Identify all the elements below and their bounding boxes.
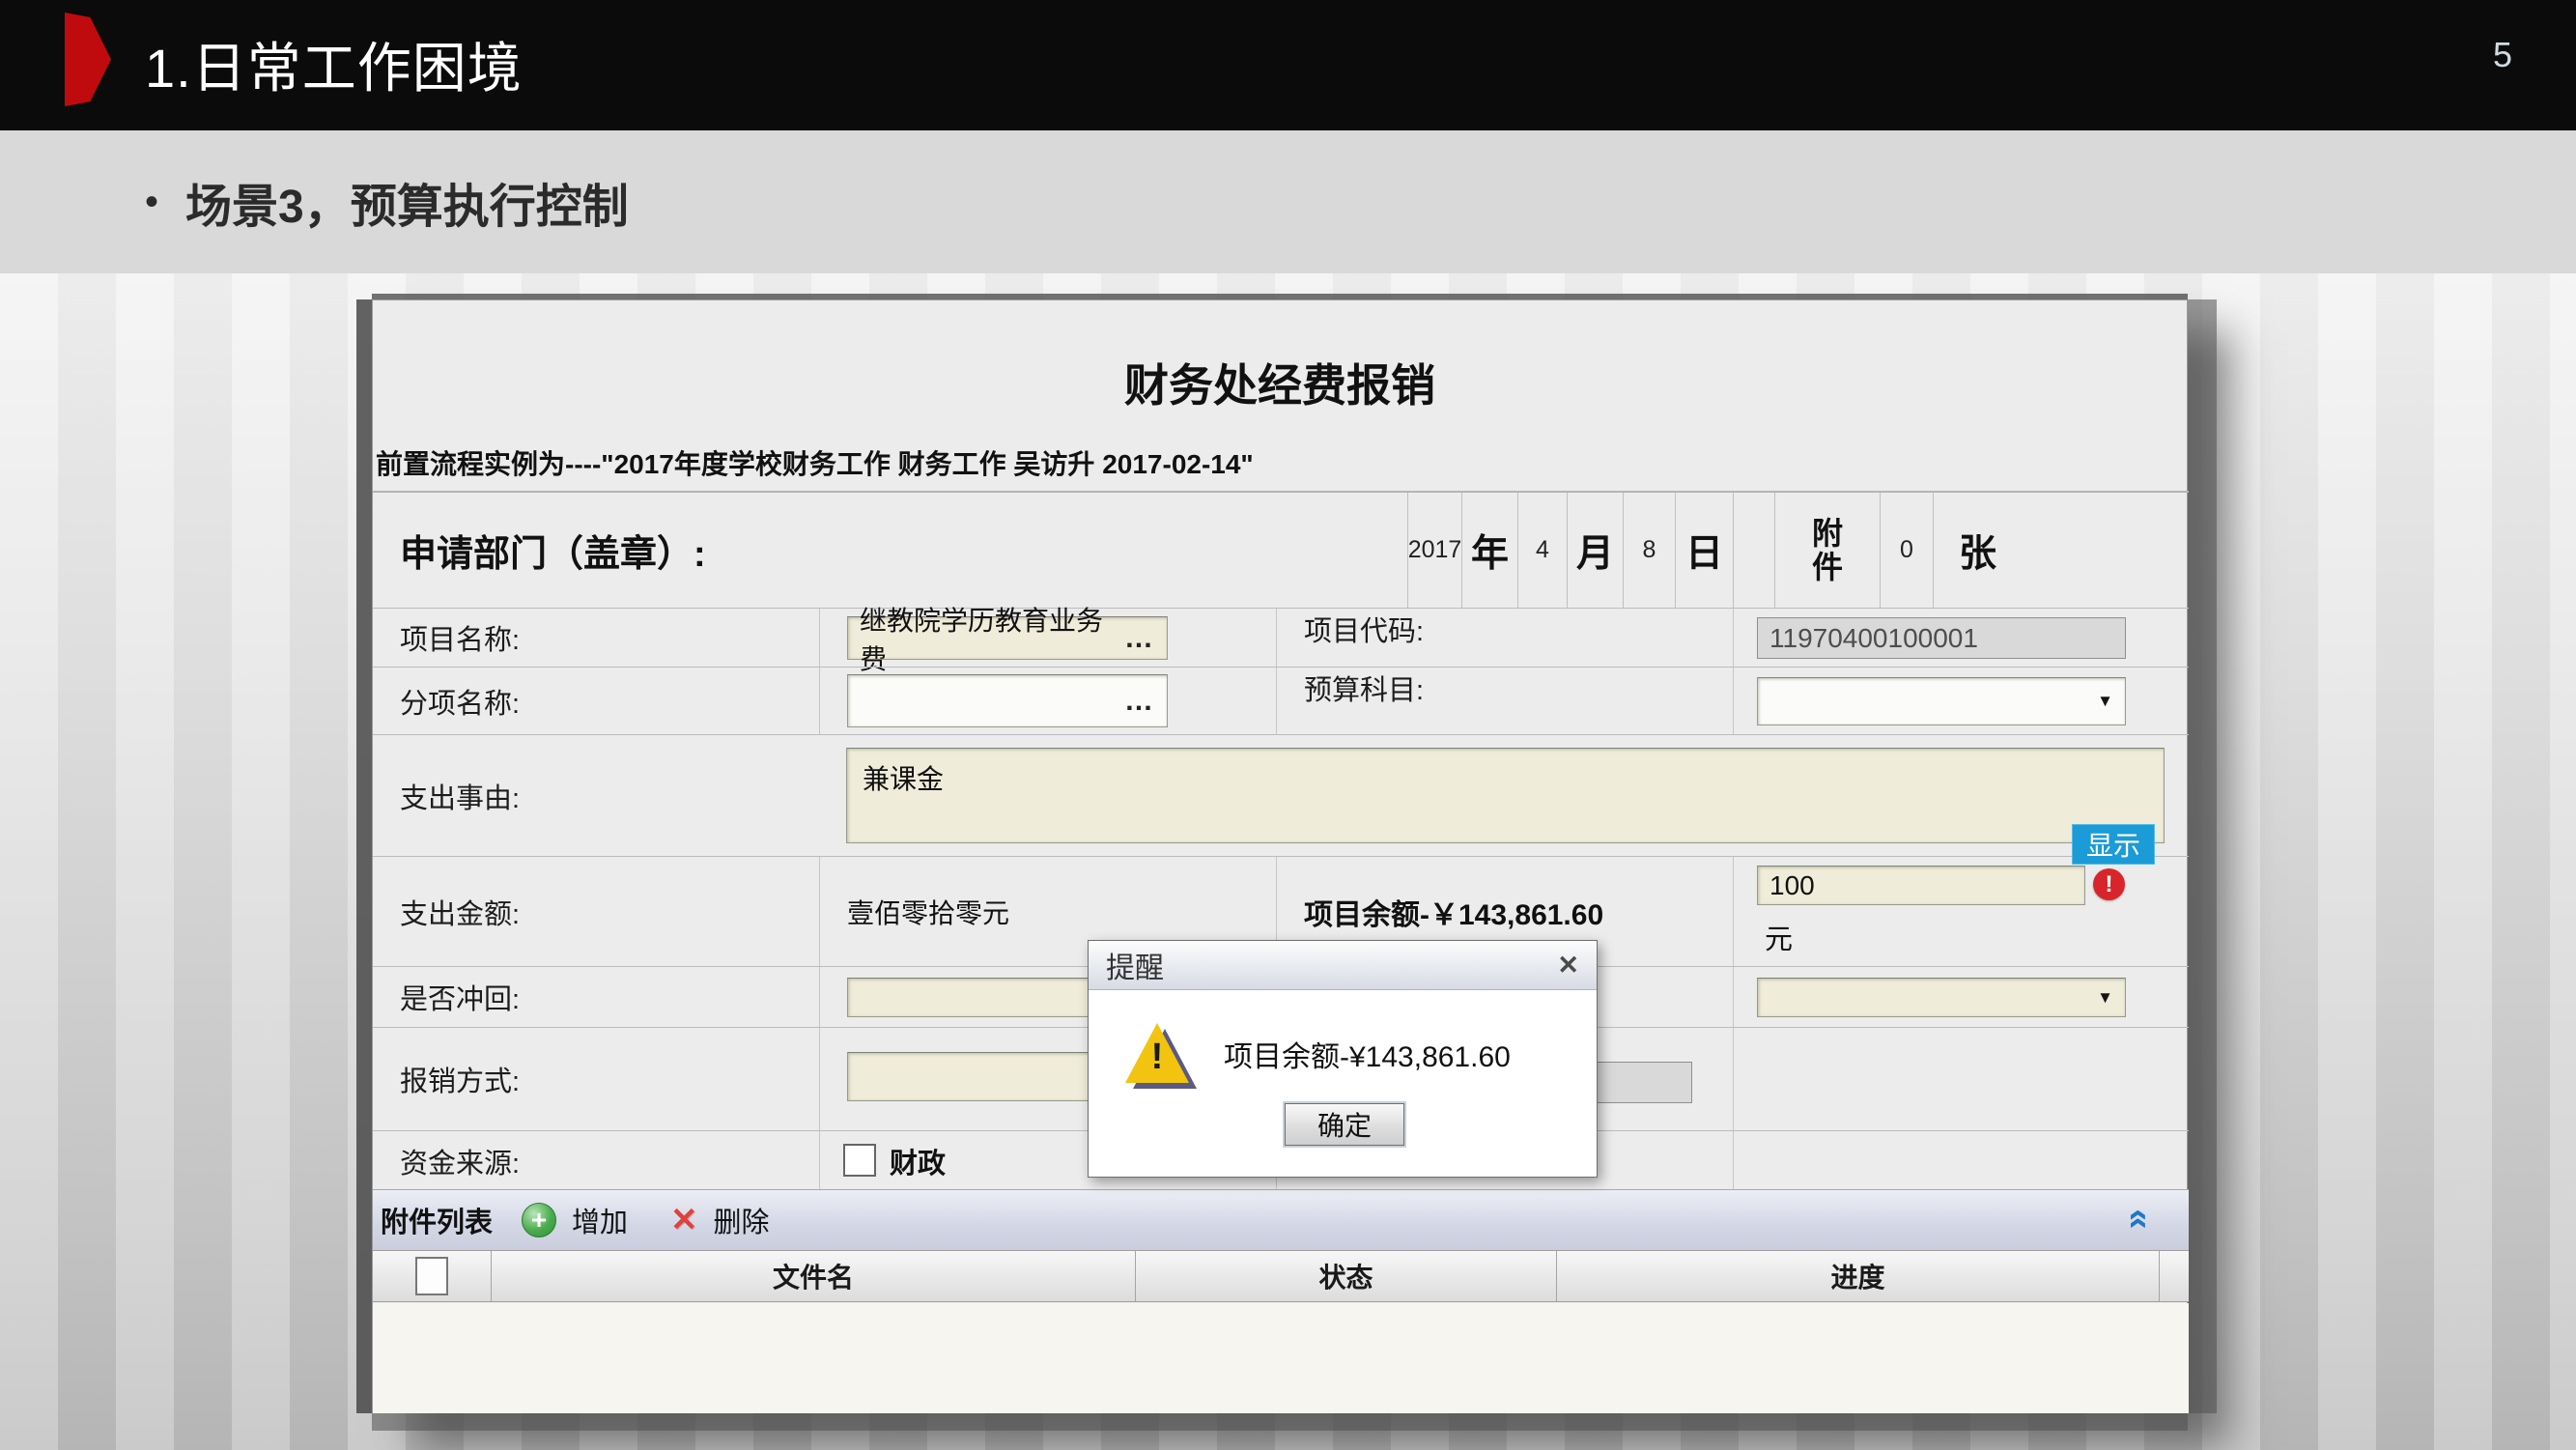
attachments-empty-area: [373, 1303, 2189, 1413]
bullet-icon: •: [145, 181, 158, 224]
date-day-unit: 日: [1675, 493, 1733, 608]
collapse-section-icon[interactable]: «: [2121, 1208, 2158, 1229]
ok-button[interactable]: 确定: [1285, 1103, 1404, 1146]
attachment-unit: 张: [1933, 493, 2190, 608]
column-header-progress[interactable]: 进度: [1556, 1251, 2159, 1301]
project-code-value: 11970400100001: [1769, 623, 1978, 654]
slide-subtitle: 场景3，预算执行控制: [185, 168, 629, 236]
form-header-row: 申请部门（盖章）: 2017 年 4 月 8 日 附件 0 张: [373, 493, 2189, 608]
date-spacer-cell: [1733, 493, 1774, 608]
attachment-count: 0: [1880, 493, 1933, 608]
project-code-input: 11970400100001: [1757, 617, 2126, 659]
process-instance-note: 前置流程实例为----"2017年度学校财务工作 财务工作 吴访升 2017-0…: [376, 443, 1254, 482]
dialog-message: 项目余额-¥143,861.60: [1224, 1033, 1511, 1075]
sub-item-label: 分项名称:: [373, 681, 520, 722]
date-year-unit: 年: [1461, 493, 1517, 608]
date-year-value: 2017: [1407, 493, 1461, 608]
reverse-dropdown[interactable]: ▼: [1757, 978, 2126, 1017]
project-name-input[interactable]: 继教院学历教育业务费 …: [847, 616, 1168, 660]
add-label: 增加: [572, 1200, 628, 1240]
expense-reason-row: 支出事由: 兼课金: [373, 734, 2189, 856]
apply-dept-label: 申请部门（盖章）:: [400, 493, 706, 608]
date-month-unit: 月: [1567, 493, 1623, 608]
amount-unit-label: 元: [1765, 917, 1793, 957]
attachments-section-label: 附件列表: [381, 1200, 493, 1240]
reimbursement-form-screenshot: 财务处经费报销 前置流程实例为----"2017年度学校财务工作 财务工作 吴访…: [372, 299, 2188, 1413]
sub-item-browse-button[interactable]: …: [1124, 685, 1155, 718]
project-code-label: 项目代码:: [1277, 616, 1424, 647]
date-cells: 2017 年 4 月 8 日 附件 0 张: [1407, 493, 2190, 608]
dialog-title: 提醒: [1106, 944, 1164, 986]
column-header-spacer: [2159, 1251, 2189, 1301]
expense-reason-label: 支出事由:: [373, 776, 520, 816]
project-name-label: 项目名称:: [373, 617, 520, 658]
date-month-value: 4: [1517, 493, 1567, 608]
slide-title-bar: 1.日常工作困境 5: [0, 0, 2576, 130]
amount-error-icon: !: [2093, 868, 2125, 900]
presentation-slide: 1.日常工作困境 5 • 场景3，预算执行控制 财务处经费报销 前置流程实例为-…: [0, 0, 2576, 1450]
select-all-cell: [373, 1251, 491, 1301]
project-name-browse-button[interactable]: …: [1124, 622, 1155, 655]
date-day-value: 8: [1623, 493, 1675, 608]
alert-dialog: 提醒 ✕ ! 项目余额-¥143,861.60 确定: [1088, 940, 1598, 1178]
warning-exclamation: !: [1125, 1037, 1189, 1078]
subitem-row: 分项名称: … 预算科目: ▼: [373, 667, 2189, 734]
project-name-value: 继教院学历教育业务费: [860, 600, 1124, 677]
expense-amount-label: 支出金额:: [373, 892, 520, 932]
chevron-down-icon: ▼: [2097, 692, 2113, 711]
fund-source-checkbox[interactable]: [843, 1144, 876, 1177]
fund-source-label: 资金来源:: [373, 1141, 520, 1181]
expense-reason-textarea[interactable]: 兼课金: [846, 748, 2165, 843]
amount-input[interactable]: 100: [1757, 866, 2085, 905]
delete-icon: ✕: [670, 1201, 698, 1239]
chevron-down-icon: ▼: [2097, 988, 2113, 1008]
attachments-table-header: 文件名 状态 进度: [373, 1250, 2189, 1302]
show-button[interactable]: 显示: [2072, 824, 2155, 865]
dialog-body: ! 项目余额-¥143,861.60 确定: [1089, 990, 1597, 1178]
form-title: 财务处经费报销: [373, 351, 2187, 414]
red-flag-icon: [65, 13, 111, 106]
attachment-label: 附件: [1810, 517, 1845, 583]
budget-subject-label: 预算科目:: [1277, 675, 1424, 706]
delete-attachment-button[interactable]: ✕ 删除: [628, 1200, 770, 1240]
amount-in-words: 壹佰零拾零元: [847, 857, 1009, 966]
amount-value: 100: [1769, 870, 1815, 901]
sub-item-input[interactable]: …: [847, 674, 1168, 727]
add-icon: +: [522, 1203, 556, 1237]
warning-triangle-icon: !: [1123, 1019, 1199, 1093]
slide-title: 1.日常工作困境: [145, 25, 523, 103]
page-number: 5: [2493, 35, 2512, 75]
column-header-status[interactable]: 状态: [1135, 1251, 1556, 1301]
dialog-title-bar[interactable]: 提醒 ✕: [1089, 941, 1597, 990]
project-row: 项目名称: 继教院学历教育业务费 … 项目代码: 11970400100001: [373, 608, 2189, 667]
attachments-toolbar: 附件列表 + 增加 ✕ 删除 «: [373, 1189, 2189, 1250]
delete-label: 删除: [714, 1200, 770, 1240]
attachment-label-cell: 附件: [1774, 493, 1880, 608]
fund-source-option-label: 财政: [890, 1131, 946, 1191]
add-attachment-button[interactable]: + 增加: [493, 1200, 628, 1240]
reverse-label: 是否冲回:: [373, 977, 520, 1017]
select-all-checkbox[interactable]: [415, 1257, 448, 1295]
budget-subject-dropdown[interactable]: ▼: [1757, 677, 2126, 725]
method-label: 报销方式:: [373, 1059, 520, 1099]
slide-subtitle-bar: • 场景3，预算执行控制: [0, 130, 2576, 273]
column-header-filename[interactable]: 文件名: [491, 1251, 1135, 1301]
close-icon[interactable]: ✕: [1557, 951, 1579, 981]
